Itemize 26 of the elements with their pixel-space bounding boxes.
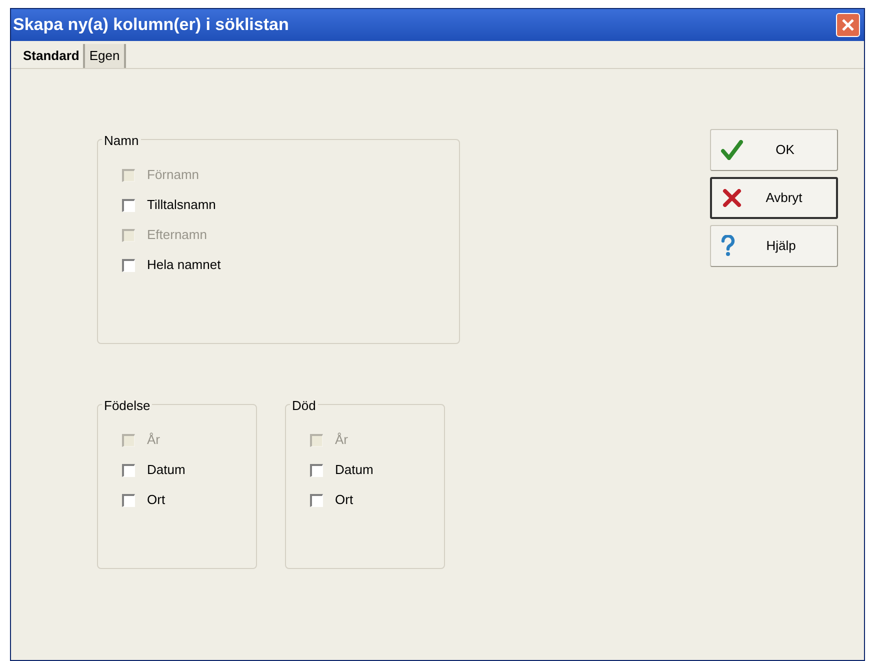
checkbox-label: År [147, 431, 160, 450]
checkbox-label: Datum [147, 461, 186, 480]
checkbox-label: Tilltalsnamn [147, 196, 216, 214]
checkbox[interactable] [310, 494, 323, 506]
tab[interactable]: Egen [85, 44, 126, 68]
checkbox[interactable] [122, 464, 135, 476]
close-icon [842, 19, 854, 31]
x-icon [722, 189, 742, 207]
close-button[interactable] [836, 13, 860, 37]
checkbox-label: Datum [335, 461, 374, 480]
checkbox[interactable] [122, 198, 135, 212]
dialog-button[interactable]: OK [710, 129, 838, 171]
checkbox-label: År [335, 431, 348, 450]
checkbox-label: Ort [147, 491, 166, 510]
checkbox-label: Efternamn [147, 226, 207, 244]
checkbox-label: Förnamn [147, 166, 200, 184]
checkbox[interactable] [310, 464, 323, 476]
dialog-button[interactable]: Avbryt [710, 177, 838, 219]
dialog-button[interactable]: Hjälp [710, 225, 838, 267]
checkbox-label: Ort [335, 491, 354, 510]
checkbox[interactable] [122, 258, 135, 272]
checkmark-icon [721, 140, 743, 160]
checkbox-label: Hela namnet [147, 256, 221, 274]
checkbox[interactable] [122, 494, 135, 506]
window-title: Skapa ny(a) kolumn(er) i söklistan [13, 14, 289, 36]
question-icon [721, 235, 735, 257]
